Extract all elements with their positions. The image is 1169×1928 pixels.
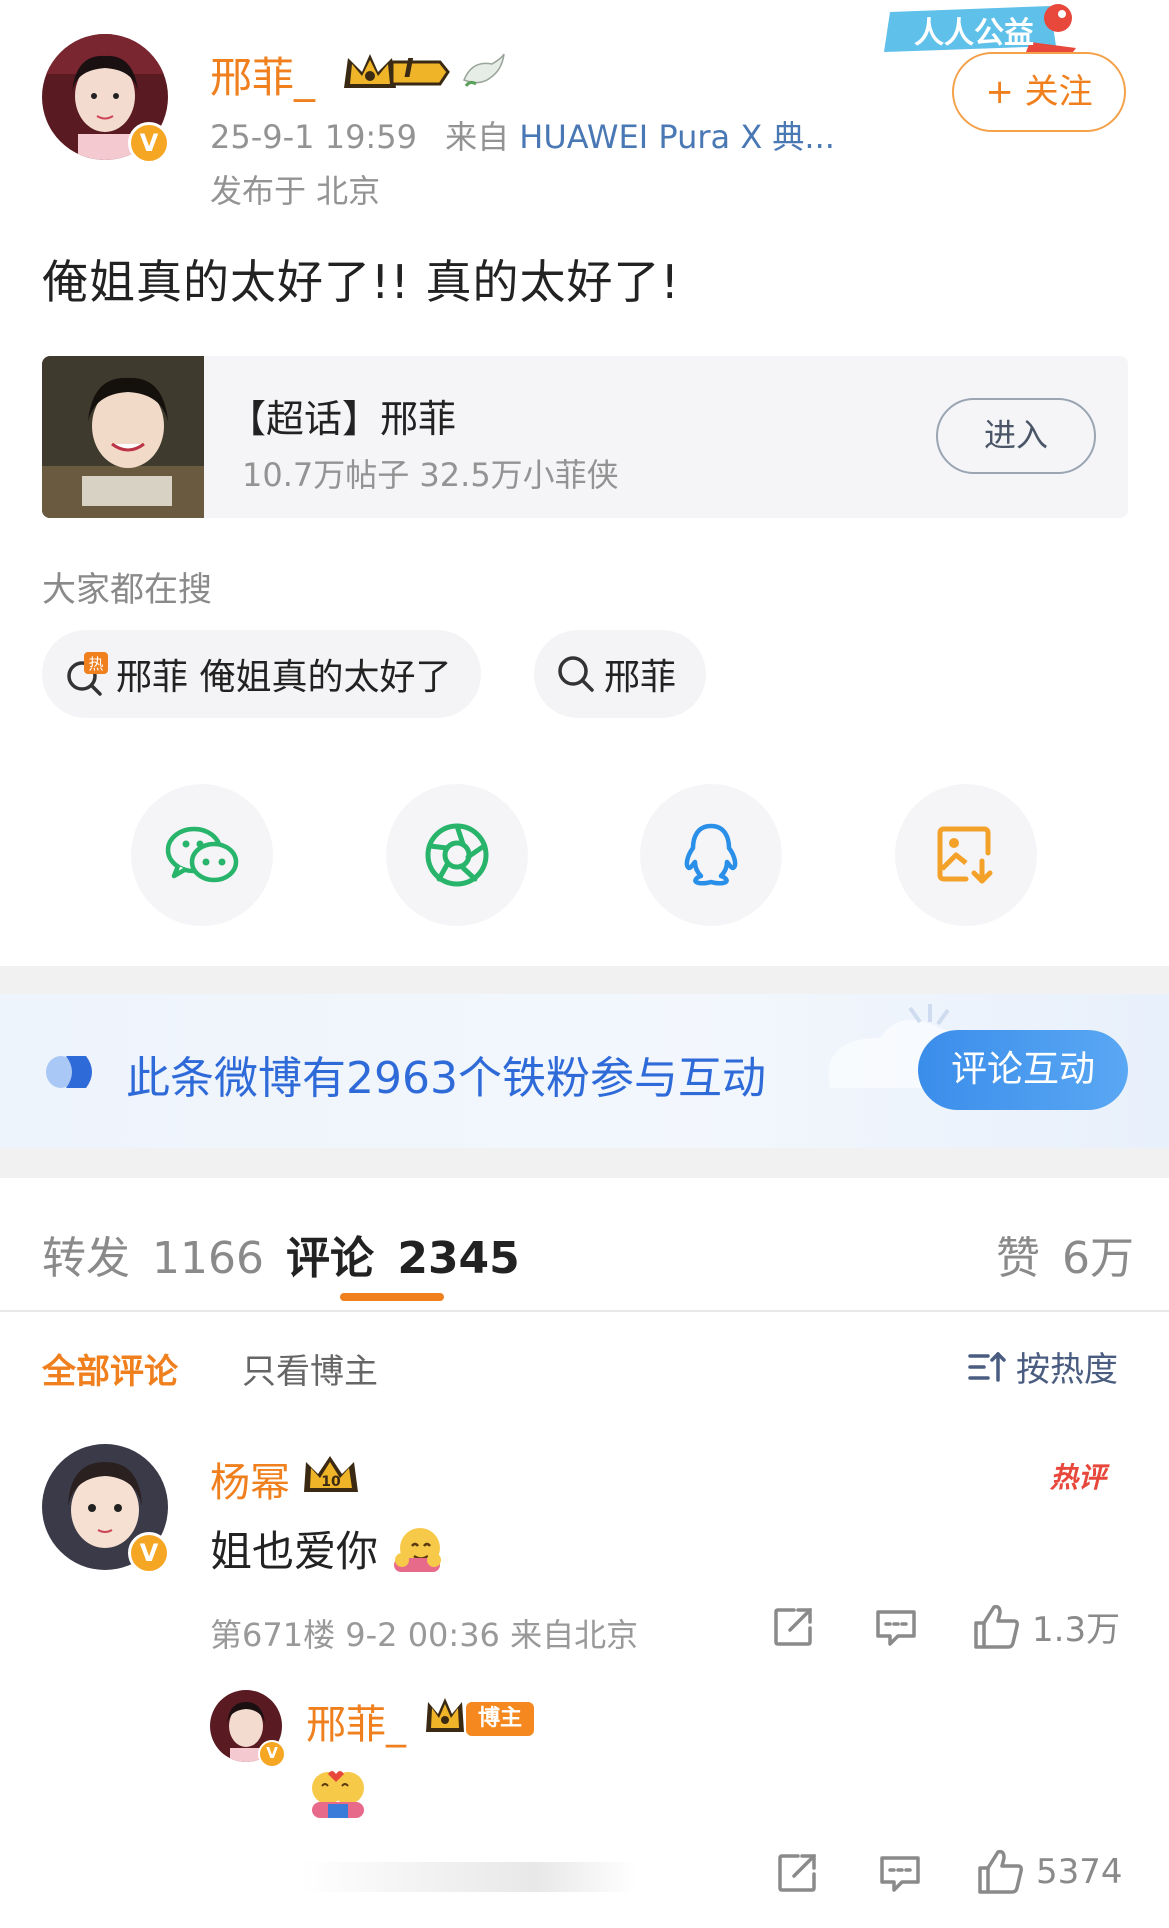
share-qq-button[interactable] xyxy=(640,784,782,926)
trending-search-label: 大家都在搜 xyxy=(42,570,212,610)
super-topic-card[interactable]: 【超话】邢菲 10.7万帖子 32.5万小菲侠 进入 xyxy=(42,356,1128,518)
tab-repost-label: 转发 xyxy=(42,1233,130,1284)
hot-mark-text: 热 xyxy=(88,655,103,673)
charity-banner-text: 人人公益 xyxy=(914,16,1034,51)
post-time: 25-9-1 19:59 xyxy=(210,118,417,156)
search-pill-text: 邢菲 xyxy=(604,657,677,698)
thumbs-up-icon xyxy=(978,1849,1023,1894)
verified-badge-icon: V xyxy=(128,122,170,164)
repost-comment-button[interactable] xyxy=(772,1606,814,1648)
share-icon xyxy=(778,1854,816,1892)
scroll-indicator xyxy=(300,1862,636,1892)
reply-author-name[interactable]: 邢菲_ xyxy=(306,1692,406,1750)
save-image-button[interactable] xyxy=(895,784,1037,926)
save-image-icon xyxy=(937,826,993,884)
crown-badge-icon: 10 xyxy=(300,1452,362,1500)
fans-icon xyxy=(46,1052,98,1096)
tab-likes[interactable]: 赞 6万 xyxy=(996,1222,1134,1286)
svg-text:10: 10 xyxy=(321,1474,341,1490)
level-badge-text: I xyxy=(404,54,414,84)
sort-icon xyxy=(968,1351,1006,1382)
comment-icon xyxy=(876,1610,916,1646)
post-source-prefix: 来自 xyxy=(445,118,510,156)
post-location: 发布于 北京 xyxy=(210,172,381,210)
comment-meta: 第671楼 9-2 00:36 来自北京 xyxy=(210,1616,639,1654)
tab-likes-label: 赞 xyxy=(996,1233,1040,1284)
filter-author-only[interactable]: 只看博主 xyxy=(242,1344,378,1393)
crown-badge-icon xyxy=(340,50,450,98)
reply-like-count: 5374 xyxy=(1036,1852,1123,1892)
active-tab-indicator xyxy=(340,1293,444,1301)
fan-interaction-text: 此条微博有2963个铁粉参与互动 xyxy=(126,1053,766,1104)
search-pill[interactable]: 邢菲 xyxy=(534,630,707,718)
comment-like-count: 1.3万 xyxy=(1032,1610,1121,1650)
topic-stats: 10.7万帖子 32.5万小菲侠 xyxy=(242,456,619,494)
topic-title: 【超话】邢菲 xyxy=(228,397,457,441)
comment-text: 姐也爱你 xyxy=(210,1518,444,1579)
share-icon xyxy=(774,1608,812,1646)
tab-repost[interactable]: 转发 1166 xyxy=(42,1222,264,1286)
follow-button[interactable]: + 关注 xyxy=(952,52,1126,132)
verified-badge-icon: V xyxy=(258,1740,286,1768)
verified-badge-icon: V xyxy=(128,1532,170,1574)
like-comment-button[interactable]: 1.3万 xyxy=(972,1602,1120,1651)
comment-text-content: 姐也爱你 xyxy=(210,1527,379,1576)
comment-interaction-button[interactable]: 评论互动 xyxy=(918,1030,1128,1110)
tab-comments-count: 2345 xyxy=(397,1233,520,1284)
filter-all-comments[interactable]: 全部评论 xyxy=(42,1344,178,1393)
author-name[interactable]: 邢菲_ xyxy=(210,44,315,105)
search-pill-hot-text: 邢菲 俺姐真的太好了 xyxy=(116,657,452,698)
share-moments-button[interactable] xyxy=(386,784,528,926)
hot-comment-tag: 热评 xyxy=(1050,1461,1107,1494)
tab-likes-count: 6万 xyxy=(1062,1233,1134,1284)
search-icon xyxy=(556,654,596,694)
dove-icon xyxy=(458,50,506,98)
hot-search-icon: 热 xyxy=(64,652,108,696)
charity-banner[interactable]: 人人公益 xyxy=(880,2,1080,56)
reply-emoji-icon xyxy=(306,1764,370,1824)
wechat-icon xyxy=(165,826,239,883)
fan-interaction-banner: 此条微博有2963个铁粉参与互动 评论互动 xyxy=(0,994,1169,1148)
qq-icon xyxy=(684,823,738,886)
reply-repost-button[interactable] xyxy=(776,1852,818,1894)
comment-icon xyxy=(880,1856,920,1892)
tab-repost-count: 1166 xyxy=(152,1233,264,1284)
enter-topic-button[interactable]: 进入 xyxy=(936,398,1096,474)
post-meta: 25-9-1 19:59 来自 HUAWEI Pura X 典... xyxy=(210,112,835,158)
tabs-divider xyxy=(0,1310,1169,1312)
reply-reply-button[interactable] xyxy=(878,1854,922,1894)
commenter-name[interactable]: 杨幂 xyxy=(210,1450,290,1508)
search-pill-hot[interactable]: 热 邢菲 俺姐真的太好了 xyxy=(42,630,482,718)
reply-comment-button[interactable] xyxy=(874,1608,918,1648)
post-source-device[interactable]: HUAWEI Pura X 典... xyxy=(519,118,835,156)
crown-badge-icon xyxy=(422,1694,468,1740)
tab-comments[interactable]: 评论 2345 xyxy=(286,1222,520,1286)
thumbs-up-icon xyxy=(974,1604,1019,1649)
share-wechat-button[interactable] xyxy=(131,784,273,926)
reply-like-button[interactable]: 5374 xyxy=(976,1848,1123,1896)
sort-by-heat-button[interactable]: 按热度 xyxy=(966,1342,1118,1391)
sort-label: 按热度 xyxy=(1016,1350,1118,1390)
section-divider xyxy=(0,966,1169,994)
section-divider xyxy=(0,1148,1169,1178)
post-text: 俺姐真的太好了!! 真的太好了! xyxy=(42,255,680,309)
author-badge: 博主 xyxy=(466,1702,534,1736)
moments-icon xyxy=(425,823,489,887)
topic-thumbnail xyxy=(42,356,204,518)
hug-emoji-icon xyxy=(394,1527,442,1572)
tab-comments-label: 评论 xyxy=(286,1233,374,1284)
